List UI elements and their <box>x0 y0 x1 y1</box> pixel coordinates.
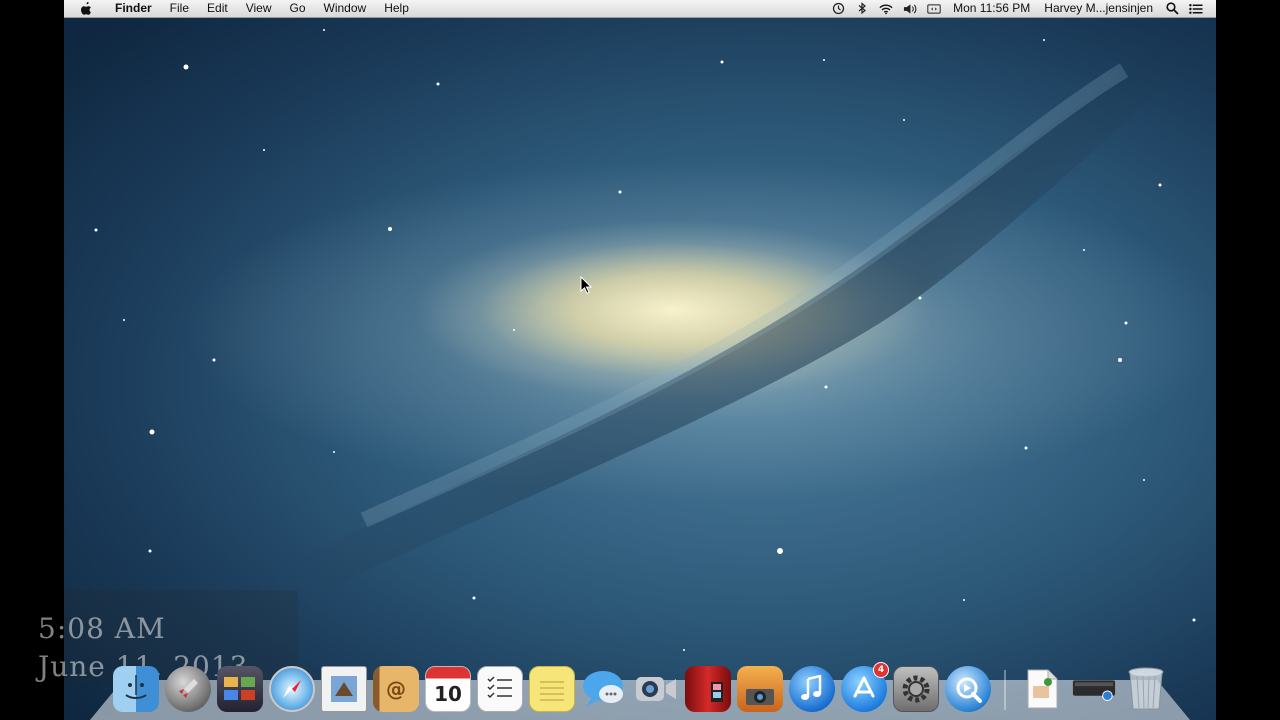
apple-menu-icon[interactable] <box>80 1 94 16</box>
trash-icon[interactable] <box>1123 666 1169 712</box>
menu-view[interactable]: View <box>237 0 281 17</box>
menu-clock[interactable]: Mon 11:56 PM <box>946 0 1037 17</box>
menu-window[interactable]: Window <box>315 0 376 17</box>
safari-icon[interactable] <box>269 666 315 712</box>
photo-booth-icon[interactable] <box>685 666 731 712</box>
mail-icon[interactable] <box>321 666 367 712</box>
finder-icon[interactable] <box>113 666 159 712</box>
mouse-pointer-icon <box>580 276 592 294</box>
menu-edit[interactable]: Edit <box>198 0 237 17</box>
dock: @ 10 4 <box>110 656 1180 712</box>
wifi-icon[interactable] <box>879 2 893 16</box>
app-menu-finder[interactable]: Finder <box>106 0 161 17</box>
notes-icon[interactable] <box>529 666 575 712</box>
calendar-icon[interactable]: 10 <box>425 666 471 712</box>
display-mirroring-icon[interactable] <box>927 2 941 16</box>
itunes-icon[interactable] <box>789 666 835 712</box>
app-store-icon[interactable]: 4 <box>841 662 889 712</box>
launchpad-icon[interactable] <box>165 666 211 712</box>
volume-icon[interactable] <box>903 2 917 16</box>
notification-center-icon[interactable] <box>1189 2 1203 16</box>
quicktime-icon[interactable] <box>945 666 991 712</box>
hard-drive-icon[interactable] <box>1071 666 1117 712</box>
calendar-day-text: 10 <box>434 682 462 706</box>
iphoto-icon[interactable] <box>737 666 783 712</box>
document-stack-icon[interactable] <box>1019 666 1065 712</box>
contacts-icon[interactable]: @ <box>373 666 419 712</box>
overlay-time-text: 5:08 AM <box>38 612 166 645</box>
dock-separator <box>1004 670 1006 710</box>
app-store-update-badge: 4 <box>873 662 889 678</box>
reminders-icon[interactable] <box>477 666 523 712</box>
menu-file[interactable]: File <box>161 0 198 17</box>
messages-icon[interactable] <box>581 666 627 712</box>
user-account-menu[interactable]: Harvey M...jensinjen <box>1037 0 1160 17</box>
time-machine-icon[interactable] <box>831 2 845 16</box>
menu-help[interactable]: Help <box>375 0 418 17</box>
bluetooth-icon[interactable] <box>855 2 869 16</box>
menu-go[interactable]: Go <box>281 0 315 17</box>
mission-control-icon[interactable] <box>217 666 263 712</box>
facetime-icon[interactable] <box>633 666 679 712</box>
menu-bar: Finder File Edit View Go Window Help Mon… <box>64 0 1216 18</box>
spotlight-search-icon[interactable] <box>1165 2 1179 16</box>
system-preferences-icon[interactable] <box>893 666 939 712</box>
